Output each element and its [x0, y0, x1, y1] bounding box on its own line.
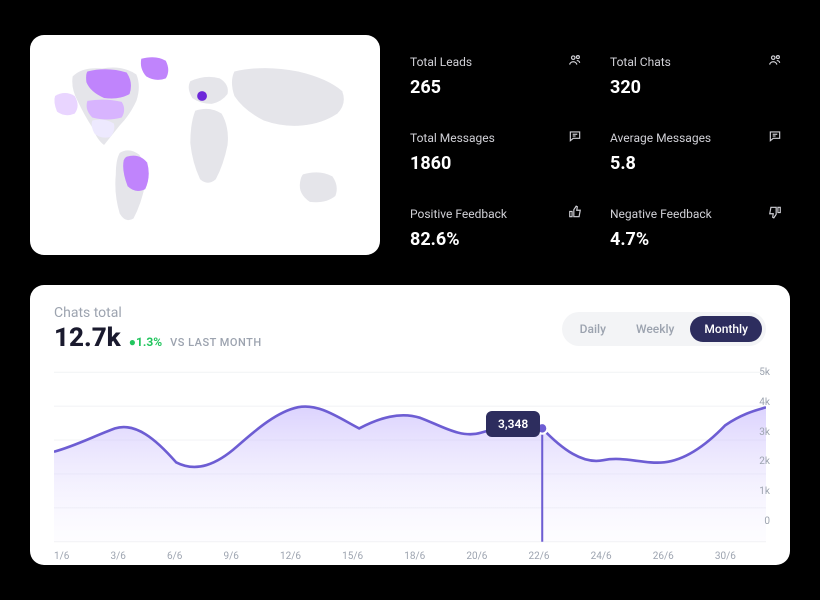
period-tabs: Daily Weekly Monthly — [562, 312, 766, 346]
tab-weekly[interactable]: Weekly — [622, 316, 688, 342]
world-map — [42, 47, 368, 243]
chart-area: 3,348 5k 4k 3k 2k 1k 0 — [54, 367, 766, 547]
message-icon — [768, 129, 782, 143]
x-axis: 1/6 3/6 6/6 9/6 12/6 15/6 18/6 20/6 22/6… — [54, 551, 766, 562]
y-tick: 3k — [759, 427, 770, 438]
chart-title: Chats total — [54, 305, 262, 321]
stat-value: 265 — [410, 77, 590, 98]
y-tick: 2k — [759, 456, 770, 467]
stat-value: 4.7% — [610, 229, 790, 250]
x-tick: 24/6 — [591, 551, 612, 562]
y-tick: 5k — [759, 367, 770, 378]
stat-total-chats: Total Chats 320 — [610, 55, 790, 103]
stat-value: 82.6% — [410, 229, 590, 250]
chart-total-value: 12.7k — [54, 323, 121, 353]
stat-value: 1860 — [410, 153, 590, 174]
user-icon — [768, 53, 782, 67]
chart-tooltip: 3,348 — [486, 411, 540, 437]
stat-label: Negative Feedback — [610, 207, 790, 221]
stat-value: 5.8 — [610, 153, 790, 174]
x-tick: 30/6 — [715, 551, 736, 562]
stat-value: 320 — [610, 77, 790, 98]
stat-label: Total Messages — [410, 131, 590, 145]
user-icon — [568, 53, 582, 67]
chart-change: ●1.3% — [129, 335, 162, 349]
x-tick: 26/6 — [653, 551, 674, 562]
x-tick: 22/6 — [529, 551, 550, 562]
x-tick: 20/6 — [466, 551, 487, 562]
stat-label: Average Messages — [610, 131, 790, 145]
x-tick: 3/6 — [111, 551, 126, 562]
stat-average-messages: Average Messages 5.8 — [610, 131, 790, 179]
tab-monthly[interactable]: Monthly — [690, 316, 762, 342]
stat-label: Total Leads — [410, 55, 590, 69]
x-tick: 1/6 — [54, 551, 69, 562]
tab-daily[interactable]: Daily — [566, 316, 620, 342]
y-tick: 4k — [759, 397, 770, 408]
message-icon — [568, 129, 582, 143]
x-tick: 9/6 — [224, 551, 239, 562]
x-tick: 15/6 — [342, 551, 363, 562]
y-axis: 5k 4k 3k 2k 1k 0 — [759, 367, 770, 527]
stat-positive-feedback: Positive Feedback 82.6% — [410, 207, 590, 255]
stat-total-leads: Total Leads 265 — [410, 55, 590, 103]
world-map-card — [30, 35, 380, 255]
stat-total-messages: Total Messages 1860 — [410, 131, 590, 179]
x-tick: 6/6 — [167, 551, 182, 562]
chart-change-suffix: VS LAST MONTH — [170, 336, 262, 349]
x-tick: 18/6 — [404, 551, 425, 562]
thumbs-down-icon — [768, 205, 782, 219]
stat-negative-feedback: Negative Feedback 4.7% — [610, 207, 790, 255]
stat-label: Total Chats — [610, 55, 790, 69]
thumbs-up-icon — [568, 205, 582, 219]
stat-label: Positive Feedback — [410, 207, 590, 221]
chats-chart-card: Chats total 12.7k ●1.3% VS LAST MONTH Da… — [30, 285, 790, 565]
x-tick: 12/6 — [280, 551, 301, 562]
y-tick: 1k — [759, 486, 770, 497]
line-chart — [54, 367, 766, 547]
y-tick: 0 — [759, 516, 770, 527]
stats-grid: Total Leads 265 Total Chats 320 Total Me… — [410, 35, 790, 255]
